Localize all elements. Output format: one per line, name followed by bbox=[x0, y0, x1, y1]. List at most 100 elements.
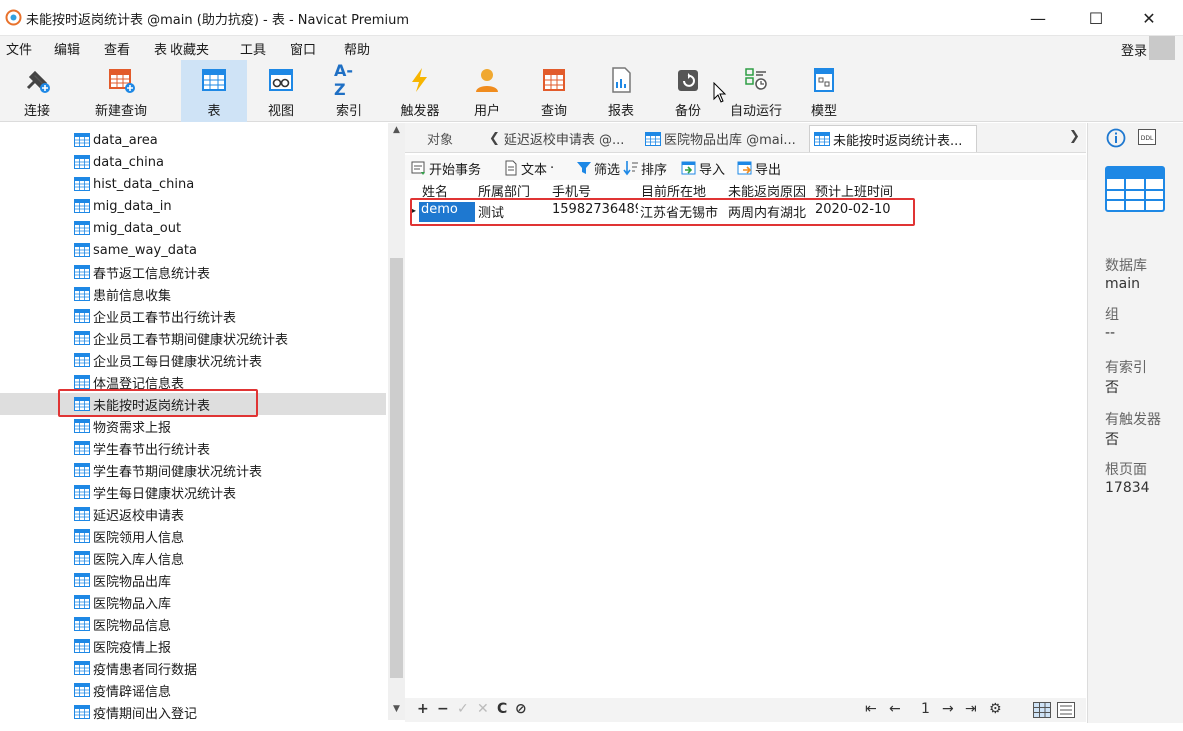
text-view-button[interactable]: 文本 · bbox=[503, 158, 554, 178]
table-list-item[interactable]: 春节返工信息统计表 bbox=[74, 261, 210, 283]
table-list-item[interactable]: 企业员工春节期间健康状况统计表 bbox=[74, 327, 288, 349]
import-label: 导入 bbox=[699, 162, 726, 178]
table-list-item[interactable]: 学生春节期间健康状况统计表 bbox=[74, 459, 262, 481]
navicat-logo-icon bbox=[5, 9, 22, 26]
tab-objects[interactable]: 对象 bbox=[423, 125, 473, 152]
minimize-button[interactable]: — bbox=[1015, 0, 1061, 36]
sort-button[interactable]: 排序 bbox=[623, 158, 667, 178]
previous-page-icon[interactable]: ← bbox=[889, 701, 901, 717]
begin-transaction-button[interactable]: 开始事务 bbox=[411, 158, 481, 178]
table-list-item[interactable]: same_way_data bbox=[74, 239, 197, 261]
menu-view[interactable]: 查看 bbox=[104, 39, 130, 58]
menu-window[interactable]: 窗口 bbox=[290, 39, 316, 58]
menu-tools[interactable]: 工具 bbox=[240, 39, 266, 58]
ddl-icon[interactable]: DDL bbox=[1138, 129, 1156, 145]
refresh-button[interactable]: C bbox=[497, 701, 507, 717]
menu-edit[interactable]: 编辑 bbox=[54, 39, 80, 58]
model-button[interactable]: 模型 bbox=[804, 60, 844, 122]
trigger-button[interactable]: 触发器 bbox=[393, 60, 447, 122]
view-button[interactable]: 视图 bbox=[256, 60, 306, 122]
backup-button[interactable]: 备份 bbox=[664, 60, 712, 122]
tab-deferred-return[interactable]: ❮ 延迟返校申请表 @... bbox=[485, 125, 635, 152]
next-page-icon[interactable]: → bbox=[942, 701, 954, 717]
table-list-item[interactable]: mig_data_in bbox=[74, 195, 172, 217]
table-list-item[interactable]: 医院物品入库 bbox=[74, 591, 171, 613]
table-list-item[interactable]: 疫情患者同行数据 bbox=[74, 657, 197, 679]
close-button[interactable]: ✕ bbox=[1126, 0, 1172, 36]
table-list-item-label: 疫情患者同行数据 bbox=[93, 662, 198, 678]
menu-file[interactable]: 文件 bbox=[6, 39, 32, 58]
add-record-button[interactable]: + bbox=[417, 701, 429, 717]
table-list-item[interactable]: 企业员工每日健康状况统计表 bbox=[74, 349, 262, 371]
table-list-item-label: 延迟返校申请表 bbox=[93, 508, 185, 524]
page-number[interactable]: 1 bbox=[921, 701, 930, 717]
table-list-item[interactable]: 物资需求上报 bbox=[74, 415, 171, 437]
table-toolbar-button[interactable]: 表 bbox=[181, 60, 247, 122]
chevron-right-icon[interactable]: ❯ bbox=[1069, 129, 1080, 144]
table-list-item[interactable]: 疫情期间出入登记 bbox=[74, 701, 197, 720]
table-list-item-label: 春节返工信息统计表 bbox=[93, 266, 211, 282]
table-list-item[interactable]: 延迟返校申请表 bbox=[74, 503, 184, 525]
report-button[interactable]: 报表 bbox=[598, 60, 644, 122]
table-list-item-label: mig_data_in bbox=[93, 198, 172, 214]
menu-help[interactable]: 帮助 bbox=[344, 39, 370, 58]
menu-favorites[interactable]: 收藏夹 bbox=[170, 39, 209, 58]
export-button[interactable]: 导出 bbox=[737, 158, 781, 178]
connect-button[interactable]: 连接 bbox=[12, 60, 62, 122]
scrollbar-thumb[interactable] bbox=[390, 258, 403, 678]
settings-gear-icon[interactable]: ⚙ bbox=[989, 701, 1002, 717]
apply-changes-button[interactable]: ✓ bbox=[457, 701, 469, 717]
table-list-item[interactable]: hist_data_china bbox=[74, 173, 194, 195]
index-button[interactable]: A-Z 索引 bbox=[322, 60, 376, 122]
info-icon[interactable] bbox=[1106, 128, 1126, 148]
table-list-item[interactable]: 医院物品信息 bbox=[74, 613, 171, 635]
form-view-icon[interactable] bbox=[1057, 702, 1075, 718]
automation-button[interactable]: 自动运行 bbox=[724, 60, 788, 122]
table-list-item[interactable]: data_area bbox=[74, 129, 158, 151]
table-icon bbox=[74, 419, 90, 433]
tab-not-returned[interactable]: 未能按时返岗统计表... bbox=[809, 125, 977, 152]
avatar[interactable] bbox=[1149, 36, 1175, 60]
scroll-down-icon[interactable]: ▼ bbox=[388, 704, 405, 720]
first-page-icon[interactable]: ⇤ bbox=[865, 701, 877, 717]
import-button[interactable]: 导入 bbox=[681, 158, 725, 178]
table-list-item[interactable]: 医院领用人信息 bbox=[74, 525, 184, 547]
query-icon bbox=[539, 64, 569, 96]
table-list-item[interactable]: 医院疫情上报 bbox=[74, 635, 171, 657]
tab-deferred-return-label: 延迟返校申请表 @... bbox=[503, 133, 625, 148]
table-list-item-label: 企业员工每日健康状况统计表 bbox=[93, 354, 263, 370]
table-list-item[interactable]: 学生春节出行统计表 bbox=[74, 437, 210, 459]
has-index-label: 有索引 bbox=[1105, 360, 1147, 376]
maximize-button[interactable]: ☐ bbox=[1073, 0, 1119, 36]
plug-icon bbox=[22, 64, 52, 96]
table-list-item[interactable]: 学生每日健康状况统计表 bbox=[74, 481, 236, 503]
table-list-item[interactable]: data_china bbox=[74, 151, 164, 173]
discard-changes-button[interactable]: ✕ bbox=[477, 701, 489, 717]
stop-button[interactable]: ⊘ bbox=[515, 701, 527, 717]
table-icon bbox=[74, 199, 90, 213]
table-list-item[interactable]: mig_data_out bbox=[74, 217, 181, 239]
table-list-item-label: 物资需求上报 bbox=[93, 420, 172, 436]
query-button[interactable]: 查询 bbox=[532, 60, 576, 122]
table-list-item[interactable]: 疫情辟谣信息 bbox=[74, 679, 171, 701]
table-list-item[interactable]: 患前信息收集 bbox=[74, 283, 171, 305]
table-list-item[interactable]: 医院入库人信息 bbox=[74, 547, 184, 569]
menu-table[interactable]: 表 bbox=[154, 39, 167, 58]
new-query-button[interactable]: 新建查询 bbox=[86, 60, 156, 122]
table-icon bbox=[74, 507, 90, 521]
filter-button[interactable]: 筛选 bbox=[576, 158, 620, 178]
table-list-item[interactable]: 医院物品出库 bbox=[74, 569, 171, 591]
tab-hospital-outbound[interactable]: 医院物品出库 @mai... bbox=[641, 125, 809, 152]
last-page-icon[interactable]: ⇥ bbox=[965, 701, 977, 717]
user-button[interactable]: 用户 bbox=[466, 60, 508, 122]
scroll-up-icon[interactable]: ▲ bbox=[388, 125, 405, 141]
login-link[interactable]: 登录 bbox=[1121, 40, 1147, 59]
tree-scrollbar[interactable]: ▲ ▼ bbox=[388, 123, 405, 720]
grid-view-icon[interactable] bbox=[1033, 702, 1051, 718]
filter-label: 筛选 bbox=[594, 162, 621, 178]
delete-record-button[interactable]: − bbox=[437, 701, 449, 717]
chevron-left-icon[interactable]: ❮ bbox=[489, 131, 500, 146]
view-label: 视图 bbox=[267, 104, 294, 119]
table-list-item[interactable]: 企业员工春节出行统计表 bbox=[74, 305, 236, 327]
report-label: 报表 bbox=[607, 104, 634, 119]
